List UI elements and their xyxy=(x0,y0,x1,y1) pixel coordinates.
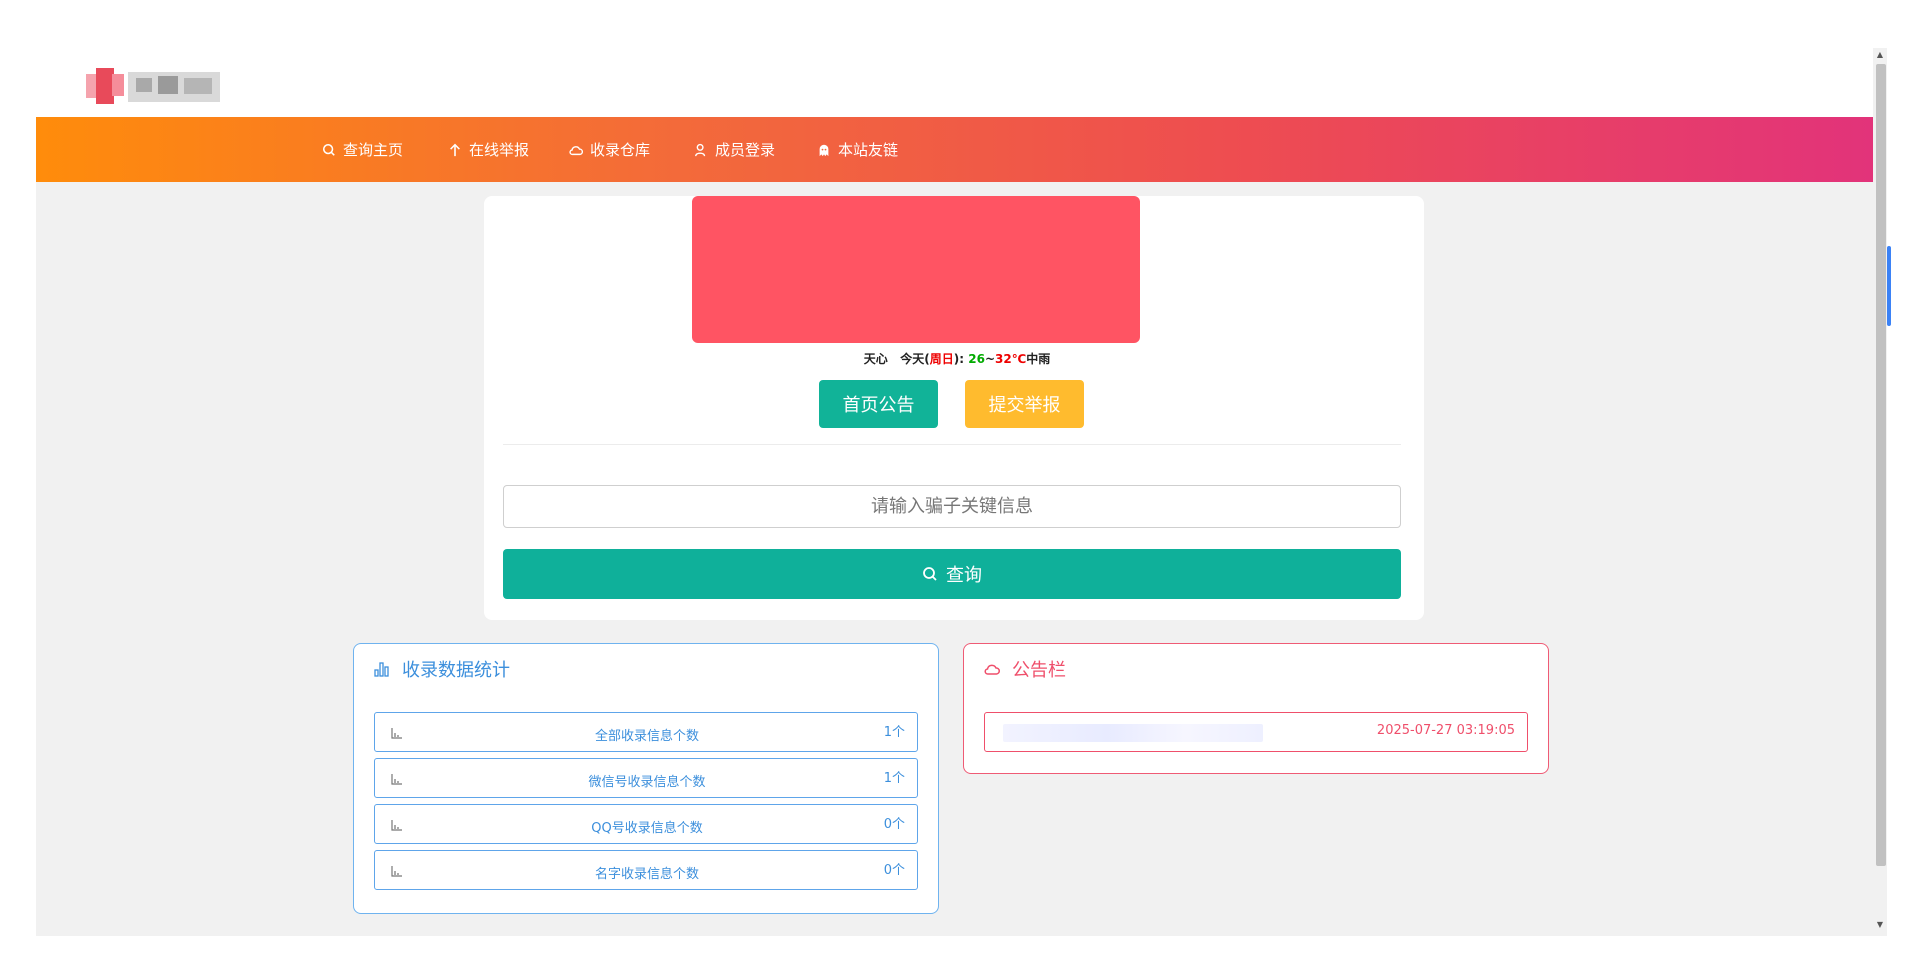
arrow-up-icon xyxy=(450,143,460,156)
weather-low: 26 xyxy=(968,352,985,366)
weather-tilde: ~ xyxy=(984,352,996,366)
stat-count: 0个 xyxy=(883,817,905,832)
stat-count: 1个 xyxy=(883,725,905,740)
stat-label: 微信号收录信息个数 xyxy=(588,775,706,790)
stat-label: QQ号收录信息个数 xyxy=(591,821,703,836)
nav-label: 本站友链 xyxy=(838,141,899,159)
stat-count: 1个 xyxy=(883,771,905,786)
stat-label: 全部收录信息个数 xyxy=(594,729,699,744)
stat-row: 微信号收录信息个数 1个 xyxy=(374,758,918,798)
stat-label: 名字收录信息个数 xyxy=(594,867,699,882)
query-button[interactable]: 查询 xyxy=(503,549,1401,599)
announcement-button[interactable]: 首页公告 xyxy=(819,380,938,428)
weather-widget: 天心 今天(周日): 26~32℃中雨 xyxy=(0,350,1914,367)
nav-label: 收录仓库 xyxy=(590,141,651,159)
ghost-icon xyxy=(819,144,829,156)
nav-item-links[interactable]: 本站友链 xyxy=(817,117,898,182)
weather-sep: ): xyxy=(953,352,965,366)
stats-title: 收录数据统计 xyxy=(374,656,510,682)
scroll-down-arrow-icon[interactable]: ▼ xyxy=(1875,920,1885,930)
notice-time: 2025-07-27 03:19:05 xyxy=(1376,723,1515,738)
weather-condition: 中雨 xyxy=(1026,352,1051,366)
cloud-icon xyxy=(984,664,1000,675)
bar-chart-icon xyxy=(374,662,389,677)
notice-title-text: 公告栏 xyxy=(1012,660,1066,681)
divider xyxy=(503,444,1401,445)
weather-weekday: 周日 xyxy=(929,352,954,366)
nav-item-report[interactable]: 在线举报 xyxy=(448,117,529,182)
weather-today: 今天( xyxy=(900,352,930,366)
side-tab[interactable] xyxy=(1887,246,1891,326)
nav-label: 在线举报 xyxy=(469,141,530,159)
stat-row: 名字收录信息个数 0个 xyxy=(374,850,918,890)
notice-panel: 公告栏 2025-07-27 03:19:05 xyxy=(963,643,1549,774)
cloud-icon xyxy=(569,145,583,155)
nav-item-login[interactable]: 成员登录 xyxy=(694,117,775,182)
scroll-up-arrow-icon[interactable]: ▲ xyxy=(1875,50,1885,60)
stat-row: 全部收录信息个数 1个 xyxy=(374,712,918,752)
notice-text-blurred xyxy=(1003,724,1263,742)
banner-image xyxy=(692,196,1140,343)
weather-high: 32℃ xyxy=(995,352,1027,366)
query-button-label: 查询 xyxy=(946,565,982,586)
notice-title: 公告栏 xyxy=(984,656,1066,682)
search-icon xyxy=(322,143,335,156)
stats-title-text: 收录数据统计 xyxy=(402,660,510,681)
top-nav: 查询主页 在线举报 收录仓库 成员登录 本站友链 xyxy=(36,117,1873,182)
nav-item-warehouse[interactable]: 收录仓库 xyxy=(569,117,650,182)
stat-row: QQ号收录信息个数 0个 xyxy=(374,804,918,844)
site-logo[interactable] xyxy=(86,68,220,104)
search-input[interactable] xyxy=(503,485,1401,528)
stat-count: 0个 xyxy=(883,863,905,878)
weather-city: 天心 xyxy=(863,352,888,366)
search-icon xyxy=(923,567,937,581)
user-icon xyxy=(695,143,706,156)
scrollbar-thumb[interactable] xyxy=(1876,64,1886,866)
nav-label: 成员登录 xyxy=(715,141,776,159)
stats-panel: 收录数据统计 全部收录信息个数 1个 微信号收录信息个数 1个 QQ号收录信息个… xyxy=(353,643,939,914)
nav-label: 查询主页 xyxy=(343,141,404,159)
notice-item[interactable]: 2025-07-27 03:19:05 xyxy=(984,712,1528,752)
nav-item-search[interactable]: 查询主页 xyxy=(322,117,403,182)
submit-report-button[interactable]: 提交举报 xyxy=(965,380,1084,428)
